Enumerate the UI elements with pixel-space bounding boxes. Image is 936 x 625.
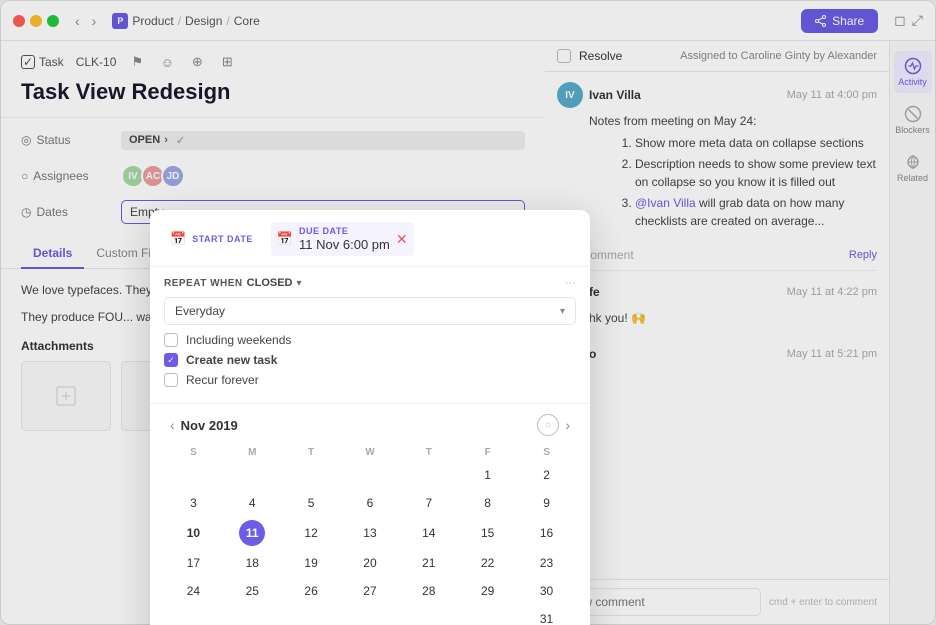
cal-day-5[interactable]: 5 — [282, 489, 341, 517]
day-header-sun: S — [164, 444, 223, 461]
checkbox-new-task-input[interactable]: ✓ — [164, 353, 178, 367]
due-date-label: DUE DATE — [299, 226, 390, 236]
checkbox-weekends-label: Including weekends — [186, 333, 291, 347]
cal-day-4[interactable]: 4 — [223, 489, 282, 517]
calendar-week-2: 3 4 5 6 7 8 9 — [164, 489, 576, 517]
cal-day-empty — [341, 461, 400, 489]
repeat-header: REPEAT WHEN CLOSED ▾ ··· — [164, 277, 576, 289]
cal-day-27[interactable]: 27 — [341, 577, 400, 605]
cal-day-1[interactable]: 1 — [458, 461, 517, 489]
cal-day-empty — [223, 461, 282, 489]
checkbox-new-task-label: Create new task — [186, 353, 277, 367]
calendar-week-3: 10 11 12 13 14 15 16 — [164, 517, 576, 549]
due-date-icon: 📅 — [277, 231, 293, 247]
cal-day-empty — [399, 461, 458, 489]
cal-day-29[interactable]: 29 — [458, 577, 517, 605]
cal-day-empty — [341, 605, 400, 625]
cal-day-26[interactable]: 26 — [282, 577, 341, 605]
day-header-tue: T — [282, 444, 341, 461]
due-date-clear-icon[interactable]: ✕ — [396, 231, 408, 248]
cal-day-empty — [164, 461, 223, 489]
checkbox-including-weekends: Including weekends — [164, 333, 576, 347]
cal-day-empty — [458, 605, 517, 625]
calendar-week-1: 1 2 — [164, 461, 576, 489]
cal-day-14[interactable]: 14 — [399, 517, 458, 549]
repeat-section: REPEAT WHEN CLOSED ▾ ··· Everyday ▾ Incl… — [150, 267, 590, 404]
cal-day-6[interactable]: 6 — [341, 489, 400, 517]
cal-day-22[interactable]: 22 — [458, 549, 517, 577]
calendar-section: ‹ Nov 2019 ○ › S M T W T F S — [150, 404, 590, 625]
calendar-prev-button[interactable]: ‹ — [164, 415, 181, 435]
cal-day-empty — [282, 461, 341, 489]
checkbox-weekends-input[interactable] — [164, 333, 178, 347]
checkbox-recur-input[interactable] — [164, 373, 178, 387]
calendar-next-button[interactable]: › — [559, 415, 576, 435]
checkbox-create-new-task: ✓ Create new task — [164, 353, 576, 367]
dropdown-arrow-icon: ▾ — [560, 306, 565, 317]
due-date-field[interactable]: 📅 DUE DATE 11 Nov 6:00 pm ✕ — [271, 222, 414, 256]
cal-day-empty — [399, 605, 458, 625]
cal-day-13[interactable]: 13 — [341, 517, 400, 549]
calendar-header: ‹ Nov 2019 ○ › — [164, 414, 576, 436]
calendar-week-5: 24 25 26 27 28 29 30 — [164, 577, 576, 605]
repeat-more-icon[interactable]: ··· — [565, 277, 576, 289]
cal-day-empty — [164, 605, 223, 625]
start-date-field[interactable]: 📅 START DATE — [164, 222, 259, 256]
repeat-label: REPEAT WHEN — [164, 278, 243, 289]
calendar-grid: S M T W T F S — [164, 444, 576, 625]
cal-day-3[interactable]: 3 — [164, 489, 223, 517]
cal-day-25[interactable]: 25 — [223, 577, 282, 605]
calendar-week-6: 31 — [164, 605, 576, 625]
cal-day-11[interactable]: 11 — [223, 517, 282, 549]
start-date-icon: 📅 — [170, 231, 186, 247]
cal-day-12[interactable]: 12 — [282, 517, 341, 549]
cal-day-2[interactable]: 2 — [517, 461, 576, 489]
day-header-wed: W — [341, 444, 400, 461]
day-header-sat: S — [517, 444, 576, 461]
cal-day-24[interactable]: 24 — [164, 577, 223, 605]
repeat-dropdown[interactable]: Everyday ▾ — [164, 297, 576, 325]
cal-day-empty — [282, 605, 341, 625]
cal-day-21[interactable]: 21 — [399, 549, 458, 577]
cal-day-30[interactable]: 30 — [517, 577, 576, 605]
date-modal-top: 📅 START DATE 📅 DUE DATE 11 Nov 6:00 pm ✕ — [150, 210, 590, 267]
cal-day-19[interactable]: 19 — [282, 549, 341, 577]
modal-overlay: 📅 START DATE 📅 DUE DATE 11 Nov 6:00 pm ✕… — [0, 0, 936, 625]
cal-day-9[interactable]: 9 — [517, 489, 576, 517]
repeat-trigger: CLOSED — [247, 277, 293, 289]
cal-day-18[interactable]: 18 — [223, 549, 282, 577]
cal-day-20[interactable]: 20 — [341, 549, 400, 577]
calendar-header-row: S M T W T F S — [164, 444, 576, 461]
calendar-today-button[interactable]: ○ — [537, 414, 559, 436]
cal-day-8[interactable]: 8 — [458, 489, 517, 517]
day-header-mon: M — [223, 444, 282, 461]
cal-day-empty — [223, 605, 282, 625]
cal-day-10[interactable]: 10 — [164, 517, 223, 549]
due-date-value: 11 Nov 6:00 pm — [299, 237, 390, 252]
day-header-thu: T — [399, 444, 458, 461]
cal-day-7[interactable]: 7 — [399, 489, 458, 517]
calendar-month: Nov 2019 — [181, 418, 538, 433]
checkbox-recur-forever: Recur forever — [164, 373, 576, 387]
cal-day-28[interactable]: 28 — [399, 577, 458, 605]
checkbox-recur-label: Recur forever — [186, 373, 259, 387]
cal-day-16[interactable]: 16 — [517, 517, 576, 549]
start-date-label: START DATE — [192, 234, 253, 244]
repeat-trigger-arrow[interactable]: ▾ — [297, 278, 302, 289]
cal-day-15[interactable]: 15 — [458, 517, 517, 549]
cal-day-31[interactable]: 31 — [517, 605, 576, 625]
calendar-week-4: 17 18 19 20 21 22 23 — [164, 549, 576, 577]
cal-day-23[interactable]: 23 — [517, 549, 576, 577]
cal-day-17[interactable]: 17 — [164, 549, 223, 577]
date-modal: 📅 START DATE 📅 DUE DATE 11 Nov 6:00 pm ✕… — [150, 210, 590, 625]
day-header-fri: F — [458, 444, 517, 461]
